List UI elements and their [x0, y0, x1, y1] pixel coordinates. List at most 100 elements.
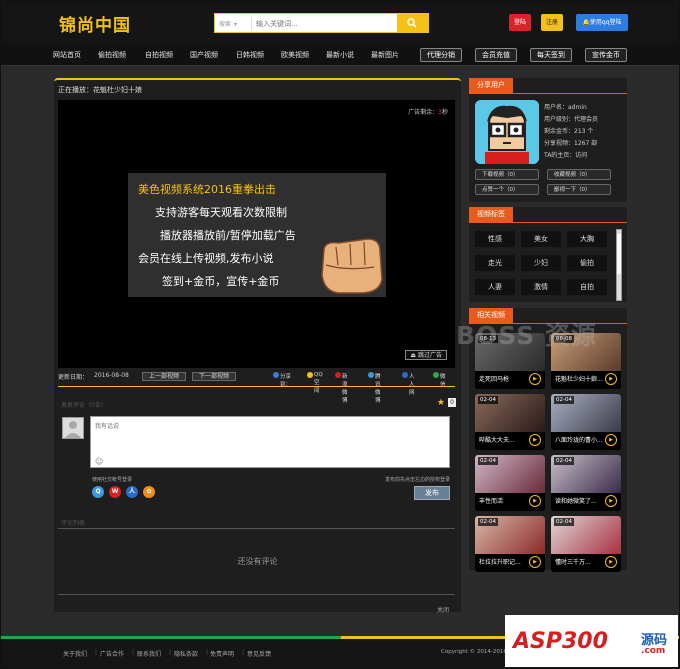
- asp300-text: ASP300: [513, 629, 608, 654]
- nav-item-home[interactable]: 网站首页: [53, 50, 81, 60]
- play-icon[interactable]: ▶: [529, 556, 541, 568]
- related-video-card[interactable]: 02-04 丰性而活 ▶: [475, 455, 545, 511]
- tag-item[interactable]: 自拍: [567, 279, 607, 295]
- share-label: 分享到：: [273, 372, 291, 388]
- share-tencent-weibo[interactable]: 腾讯微博: [368, 372, 381, 404]
- video-caption: 读和她微笑了...: [555, 498, 597, 505]
- tag-item[interactable]: 美女: [521, 231, 561, 247]
- renren-login-icon[interactable]: 人: [126, 486, 138, 498]
- footer-link-contact[interactable]: 联系我们: [137, 649, 161, 658]
- qq-login-label: 使用qq登陆: [589, 19, 622, 26]
- nav-pill-checkin[interactable]: 每天签到: [530, 48, 572, 62]
- tags-scrollbar[interactable]: [616, 229, 622, 301]
- video-meta: 更新日期： 2016-08-08 上一部视频 下一部视频 分享到： QQ空间 新…: [58, 372, 455, 404]
- play-icon[interactable]: ▶: [605, 373, 617, 385]
- play-icon[interactable]: ▶: [529, 434, 541, 446]
- nav-item-jpkr[interactable]: 日韩视频: [236, 50, 264, 60]
- prev-video-button[interactable]: 上一部视频: [142, 372, 187, 381]
- weibo-login-icon[interactable]: W: [109, 486, 121, 498]
- tag-item[interactable]: 人妻: [475, 279, 515, 295]
- play-icon[interactable]: ▶: [529, 495, 541, 507]
- footer-link-feedback[interactable]: 意见反馈: [247, 649, 271, 658]
- video-date: 02-04: [478, 518, 498, 526]
- user-shared-videos: 分享视频：1267 部: [544, 140, 598, 147]
- play-icon[interactable]: ▶: [605, 434, 617, 446]
- nav-pill-promo[interactable]: 宣传金币: [585, 48, 627, 62]
- share-weibo[interactable]: 新浪微博: [335, 372, 348, 404]
- related-video-card[interactable]: 02-04 读和她微笑了... ▶: [551, 455, 621, 511]
- ad-banner[interactable]: 美色视频系统2016重拳出击 支持游客每天观看次数限制 播放器播放前/暂停加载广…: [128, 173, 386, 297]
- ad-countdown-label: 广告剩余：: [408, 109, 439, 116]
- skip-ad-button[interactable]: ⏏ 跳过广告: [405, 350, 447, 360]
- video-date: 02-04: [554, 457, 574, 465]
- related-video-card[interactable]: 02-04 哔酷大大夫... ▶: [475, 394, 545, 450]
- scrollbar-thumb[interactable]: [617, 234, 621, 274]
- qq-login-icon[interactable]: Q: [92, 486, 104, 498]
- copyright: Copyright © 2014-2016: [441, 649, 507, 655]
- emoji-icon[interactable]: ☺: [95, 457, 103, 466]
- close-comments[interactable]: 关闭: [437, 605, 449, 614]
- related-video-card[interactable]: 02-04 懂时三千万... ▶: [551, 516, 621, 572]
- nav-pill-recharge[interactable]: 会员充值: [475, 48, 517, 62]
- nav-item-candid[interactable]: 偷拍视频: [98, 50, 126, 60]
- like-button[interactable]: 点赞一个（0）: [475, 184, 539, 195]
- ad-line: 播放器播放前/暂停加载广告: [160, 229, 296, 242]
- tencent-weibo-icon: [368, 372, 374, 378]
- share-wechat[interactable]: 微信: [433, 372, 446, 388]
- login-button[interactable]: 登陆: [509, 14, 531, 31]
- asp300-tag-com: .com: [641, 646, 666, 656]
- ad-line: 会员在线上传视频,发布小说: [138, 252, 274, 265]
- tag-item[interactable]: 走光: [475, 255, 515, 271]
- star-icon[interactable]: ★: [437, 398, 445, 408]
- video-tags-panel: 视频标签 性感 美女 大胸 走光 少妇 偷拍 人妻 激情 自拍: [469, 207, 627, 302]
- user-level: 用户级别：代理会员: [544, 116, 599, 123]
- next-video-button[interactable]: 下一部视频: [192, 372, 237, 381]
- play-icon[interactable]: ▶: [605, 495, 617, 507]
- nav-item-western[interactable]: 欧美视频: [281, 50, 309, 60]
- tag-item[interactable]: 偷拍: [567, 255, 607, 271]
- footer-link-privacy[interactable]: 隐私条款: [174, 649, 198, 658]
- user-homepage[interactable]: TA的主页：访问: [544, 150, 587, 159]
- nav-item-domestic[interactable]: 国产视频: [190, 50, 218, 60]
- register-button[interactable]: 注册: [541, 14, 563, 31]
- comment-input[interactable]: [90, 416, 450, 468]
- video-date: 02-04: [554, 396, 574, 404]
- video-caption: 走死回马枪: [479, 376, 510, 383]
- tag-item[interactable]: 性感: [475, 231, 515, 247]
- qq-login-button[interactable]: 🔔使用qq登陆: [576, 14, 628, 31]
- share-renren[interactable]: 人人网: [402, 372, 415, 396]
- site-logo[interactable]: 锦尚中国: [59, 11, 131, 36]
- favorite-video-button[interactable]: 收藏视频（0）: [547, 169, 611, 180]
- footer-link-about[interactable]: 关于我们: [63, 649, 87, 658]
- ad-countdown-unit: 秒: [441, 109, 448, 116]
- related-video-card[interactable]: 02-04 杜拉拉升职记... ▶: [475, 516, 545, 572]
- video-caption: 八面玲珑的曹小...: [555, 437, 603, 444]
- tag-item[interactable]: 激情: [521, 279, 561, 295]
- play-icon[interactable]: ▶: [605, 556, 617, 568]
- ad-line: 支持游客每天观看次数限制: [155, 206, 287, 219]
- video-date: 02-04: [478, 396, 498, 404]
- related-video-card[interactable]: 02-04 八面玲珑的曹小... ▶: [551, 394, 621, 450]
- nav-item-selfie[interactable]: 自拍视频: [145, 50, 173, 60]
- no-comment-text: 还没有评论: [237, 557, 278, 566]
- video-player[interactable]: 广告剩余：3秒 美色视频系统2016重拳出击 支持游客每天观看次数限制 播放器播…: [58, 100, 455, 368]
- qq-icon: 🔔: [582, 19, 590, 26]
- other-login-icon[interactable]: ✿: [143, 486, 155, 498]
- tag-item[interactable]: 少妇: [521, 255, 561, 271]
- tag-item[interactable]: 大胸: [567, 231, 607, 247]
- share-qzone[interactable]: QQ空间: [307, 372, 323, 394]
- publish-button[interactable]: 发布: [414, 486, 450, 500]
- search-type-select[interactable]: 搜索: [219, 19, 237, 28]
- search-input[interactable]: [251, 17, 397, 30]
- footer-link-ads[interactable]: 广告合作: [100, 649, 124, 658]
- download-video-button[interactable]: 下载视频（0）: [475, 169, 539, 180]
- footer-link-disclaimer[interactable]: 免责声明: [210, 649, 234, 658]
- nav-item-novels[interactable]: 最新小说: [326, 50, 354, 60]
- nav-pill-agent[interactable]: 代理分销: [420, 48, 462, 62]
- play-icon[interactable]: ▶: [529, 373, 541, 385]
- user-avatar[interactable]: [475, 100, 539, 164]
- dislike-button[interactable]: 鄙视一下（0）: [547, 184, 611, 195]
- video-caption: 懂时三千万...: [555, 559, 591, 566]
- search-button[interactable]: [397, 14, 428, 32]
- nav-item-images[interactable]: 最新图片: [371, 50, 399, 60]
